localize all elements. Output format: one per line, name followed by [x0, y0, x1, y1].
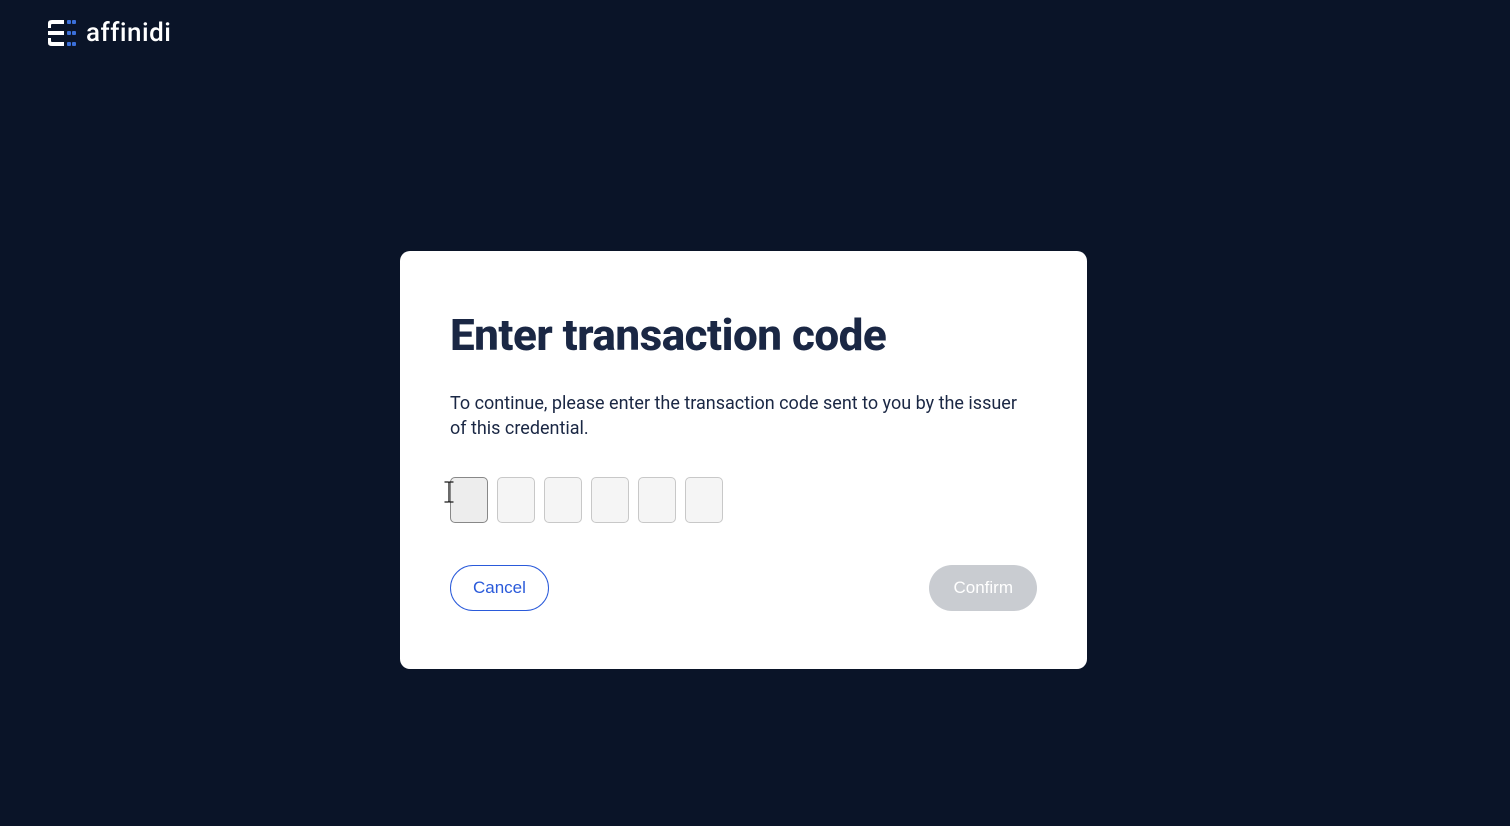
brand-name: affinidi — [86, 18, 171, 48]
brand-logo: affinidi — [46, 18, 171, 48]
code-digit-3[interactable] — [544, 477, 582, 523]
code-digit-2[interactable] — [497, 477, 535, 523]
modal-actions: Cancel Confirm — [450, 565, 1037, 611]
confirm-button[interactable]: Confirm — [929, 565, 1037, 611]
code-digit-1[interactable] — [450, 477, 488, 523]
modal-title: Enter transaction code — [450, 309, 1037, 361]
code-input-group — [450, 477, 1037, 523]
code-digit-6[interactable] — [685, 477, 723, 523]
transaction-code-modal: Enter transaction code To continue, plea… — [400, 251, 1087, 669]
modal-description: To continue, please enter the transactio… — [450, 391, 1037, 441]
cancel-button[interactable]: Cancel — [450, 565, 549, 611]
code-digit-5[interactable] — [638, 477, 676, 523]
code-digit-4[interactable] — [591, 477, 629, 523]
affinidi-logo-icon — [46, 18, 76, 48]
